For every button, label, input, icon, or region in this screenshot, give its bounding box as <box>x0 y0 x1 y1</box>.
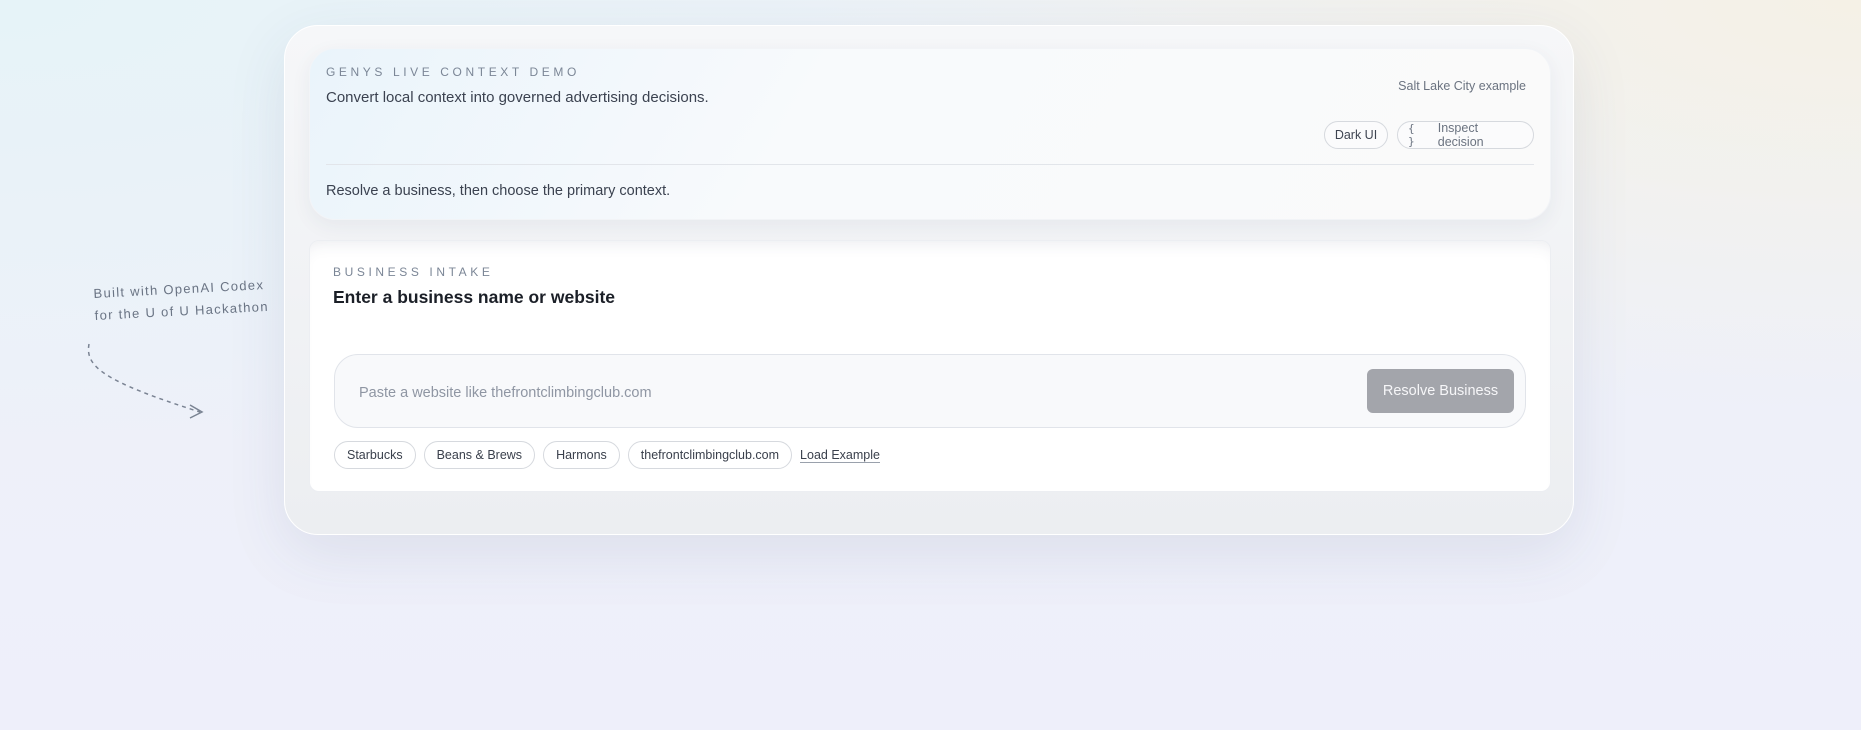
suggestion-chip-beans-brews[interactable]: Beans & Brews <box>423 441 536 469</box>
header-divider <box>326 164 1534 165</box>
demo-panel: GENYS LIVE CONTEXT DEMO Convert local co… <box>284 25 1574 535</box>
business-input-row: Resolve Business <box>334 354 1526 428</box>
instruction-text: Resolve a business, then choose the prim… <box>326 183 671 199</box>
location-example-label: Salt Lake City example <box>1398 79 1526 93</box>
inspect-decision-label: Inspect decision <box>1437 121 1484 149</box>
braces-icon: { } <box>1408 122 1416 148</box>
dashed-arrow-icon <box>87 343 204 419</box>
business-url-input[interactable] <box>357 379 1321 407</box>
demo-eyebrow: GENYS LIVE CONTEXT DEMO <box>326 65 580 79</box>
intake-title: Enter a business name or website <box>333 287 616 307</box>
suggestion-chips: Starbucks Beans & Brews Harmons thefront… <box>334 440 880 470</box>
suggestion-chip-frontclimbing[interactable]: thefrontclimbingclub.com <box>627 441 793 469</box>
business-intake-card: BUSINESS INTAKE Enter a business name or… <box>309 240 1551 492</box>
load-example-link[interactable]: Load Example <box>800 448 880 463</box>
suggestion-chip-harmons[interactable]: Harmons <box>543 441 620 469</box>
dark-ui-toggle[interactable]: Dark UI <box>1324 121 1388 149</box>
resolve-business-button[interactable]: Resolve Business <box>1367 369 1514 413</box>
suggestion-chip-starbucks[interactable]: Starbucks <box>334 441 416 469</box>
hackathon-note: Built with OpenAI Codex for the U of U H… <box>93 273 295 327</box>
inspect-decision-button[interactable]: { } Inspect decision <box>1397 121 1534 149</box>
intake-eyebrow: BUSINESS INTAKE <box>333 265 494 279</box>
demo-headline: Convert local context into governed adve… <box>326 89 709 106</box>
context-header-card: GENYS LIVE CONTEXT DEMO Convert local co… <box>309 48 1551 220</box>
